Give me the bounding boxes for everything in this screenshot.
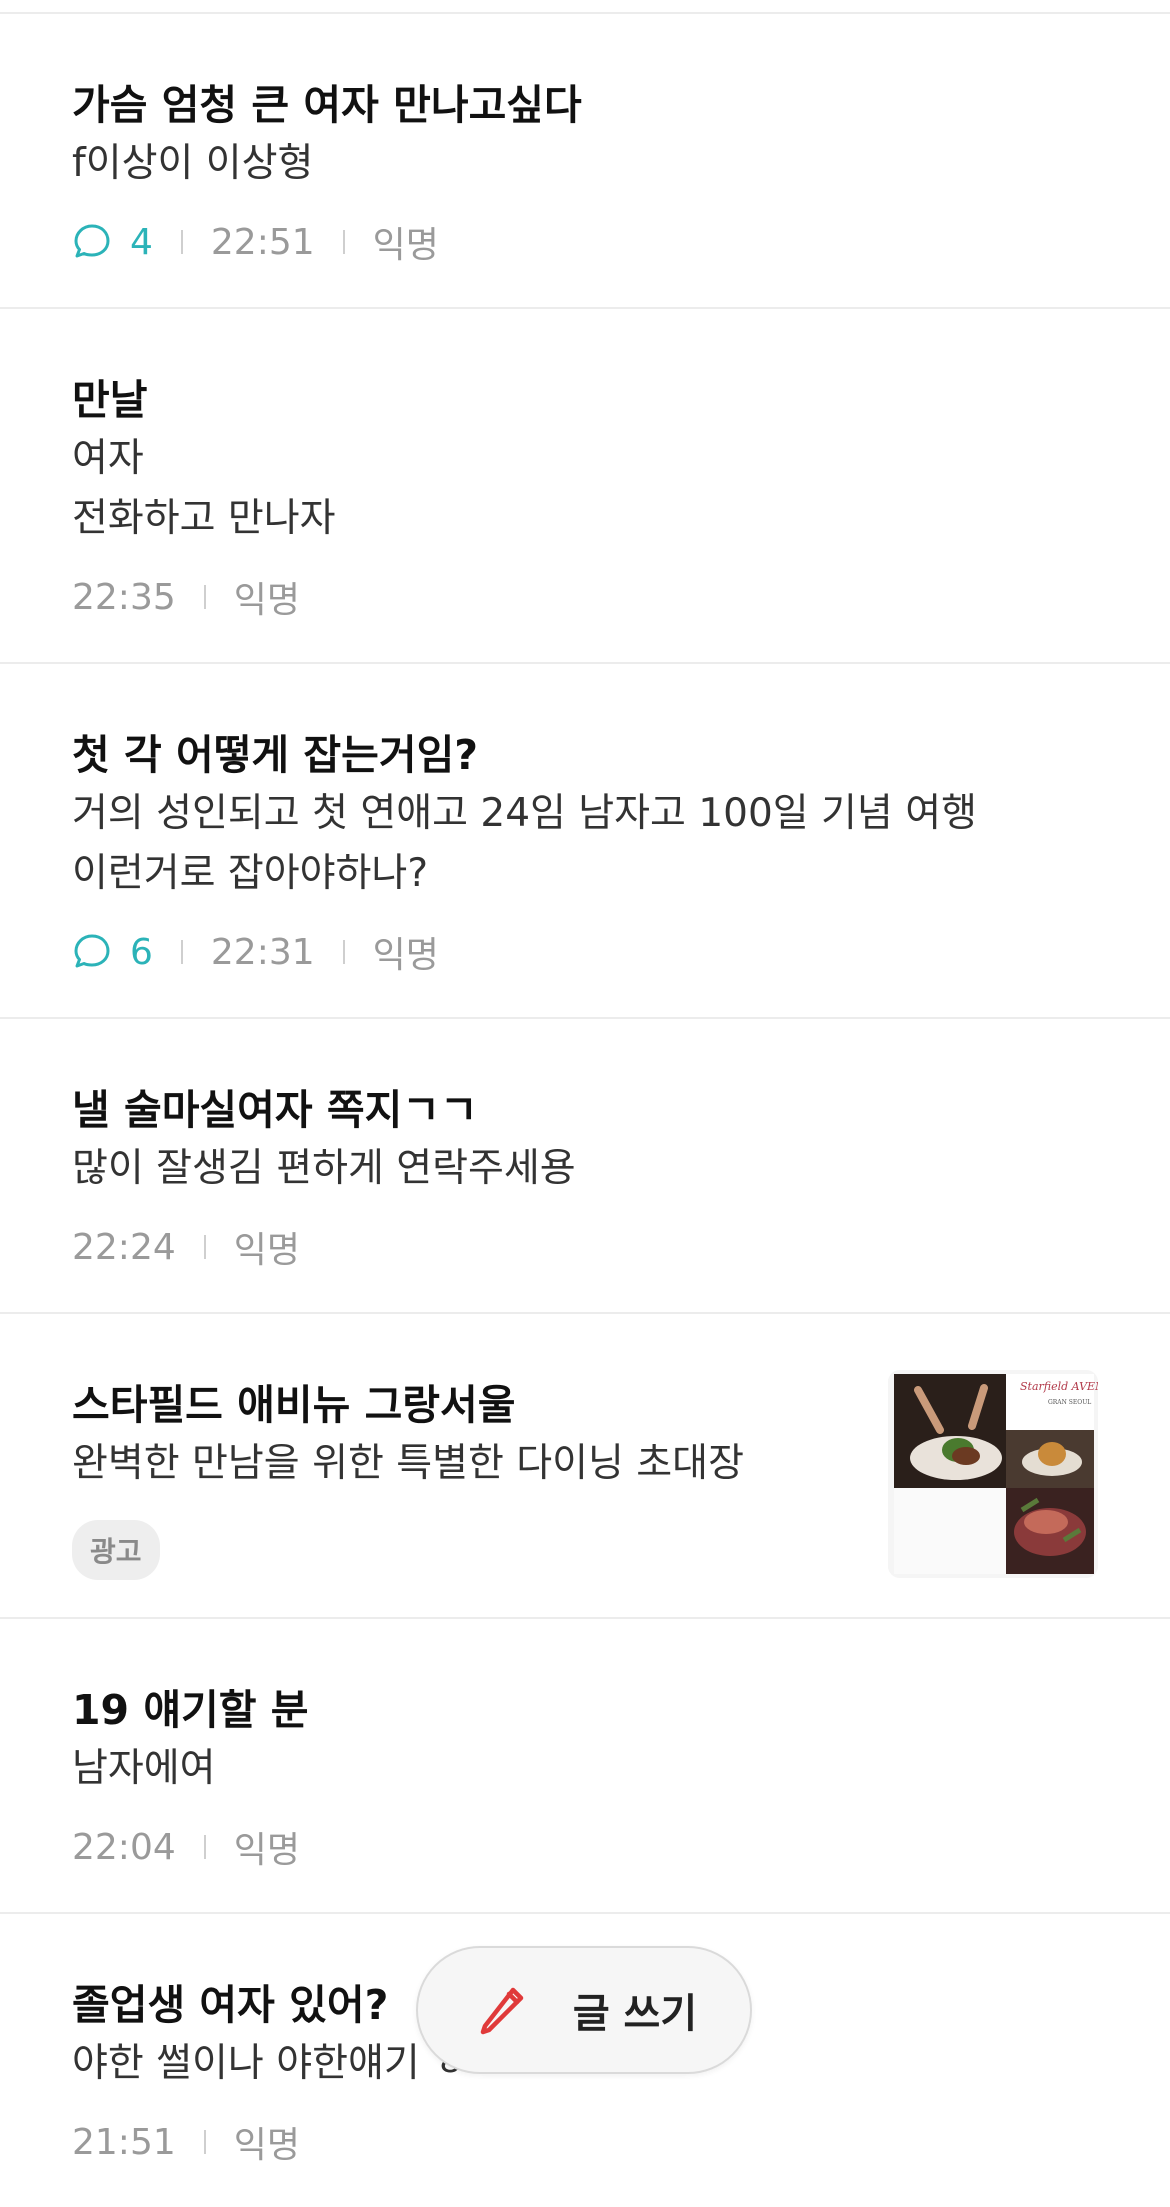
post-time: 21:51 (72, 2121, 176, 2163)
post-author: 익명 (233, 2125, 300, 2166)
write-post-button[interactable]: 글 쓰기 (416, 1946, 752, 2074)
post-meta: 6 22:31 익명 (72, 926, 1098, 978)
post-title: 19 얘기할 분 (72, 1686, 309, 1734)
post-author: 익명 (233, 1830, 300, 1871)
ad-thumb-sub: GRAN SEOUL (1048, 1399, 1091, 1406)
comment-count: 4 (72, 222, 153, 263)
write-post-label: 글 쓰기 (572, 1991, 698, 2037)
post-item[interactable]: 첫 각 어떻게 잡는거임? 거의 성인되고 첫 연애고 24임 남자고 100일… (0, 664, 1170, 1017)
post-author: 익명 (233, 580, 300, 621)
ad-thumb-brand: Starfield AVENUE (1020, 1380, 1098, 1393)
post-feed: 가슴 엄청 큰 여자 만나고싶다 f이상이 이상형 4 22:51 익명 만날 … (0, 0, 1170, 2207)
post-item[interactable]: 가슴 엄청 큰 여자 만나고싶다 f이상이 이상형 4 22:51 익명 (0, 14, 1170, 307)
meta-divider (203, 2130, 206, 2154)
post-time: 22:51 (210, 221, 315, 263)
post-item[interactable]: 낼 술마실여자 쪽지ㄱㄱ 많이 잘생김 편하게 연락주세용 22:24 익명 (0, 1019, 1170, 1312)
post-title: 만날 (72, 376, 148, 424)
post-meta: 22:35 익명 (72, 571, 1098, 623)
meta-divider (203, 1235, 206, 1259)
post-time: 22:24 (72, 1226, 176, 1268)
pencil-icon (480, 1987, 524, 2035)
post-body-line: f이상이 이상형 (72, 141, 314, 186)
post-body-line: 거의 성인되고 첫 연애고 24임 남자고 100일 기념 여행 (72, 791, 977, 836)
comment-count: 6 (72, 932, 153, 973)
post-body-line: 남자에여 (72, 1746, 216, 1791)
post-author: 익명 (233, 1230, 300, 1271)
post-body-line: 여자 (72, 436, 144, 481)
post-meta: 22:04 익명 (72, 1821, 1098, 1873)
meta-divider (203, 1835, 206, 1859)
post-title: 첫 각 어떻게 잡는거임? (72, 731, 479, 779)
post-title: 가슴 엄청 큰 여자 만나고싶다 (72, 81, 582, 129)
meta-divider (342, 940, 345, 964)
ad-thumbnail[interactable]: Starfield AVENUE GRAN SEOUL (888, 1370, 1098, 1578)
post-item[interactable]: 19 얘기할 분 남자에여 22:04 익명 (0, 1619, 1170, 1912)
post-body-line: 이런거로 잡아야하나? (72, 851, 429, 896)
post-author: 익명 (372, 935, 439, 976)
meta-divider (342, 230, 345, 254)
meta-divider (203, 585, 206, 609)
comment-bubble-icon (74, 224, 110, 258)
post-author: 익명 (372, 225, 439, 266)
ad-thumbnail-image: Starfield AVENUE GRAN SEOUL (888, 1370, 1098, 1578)
post-body-line: 전화하고 만나자 (72, 496, 336, 541)
post-time: 22:31 (210, 931, 315, 973)
post-item[interactable]: 만날 여자 전화하고 만나자 22:35 익명 (0, 309, 1170, 662)
ad-item[interactable]: 스타필드 애비뉴 그랑서울 완벽한 만남을 위한 특별한 다이닝 초대장 광고 … (0, 1314, 1170, 1617)
meta-divider (180, 230, 183, 254)
post-meta: 21:51 익명 (72, 2116, 1098, 2168)
meta-divider (180, 940, 183, 964)
post-meta: 22:24 익명 (72, 1221, 1098, 1273)
post-time: 22:35 (72, 576, 176, 618)
post-body-line: 많이 잘생김 편하게 연락주세용 (72, 1146, 576, 1191)
post-meta: 4 22:51 익명 (72, 216, 1098, 268)
post-title: 낼 술마실여자 쪽지ㄱㄱ (72, 1086, 478, 1134)
ad-badge: 광고 (72, 1520, 160, 1580)
comment-bubble-icon (74, 934, 110, 968)
post-time: 22:04 (72, 1826, 176, 1868)
